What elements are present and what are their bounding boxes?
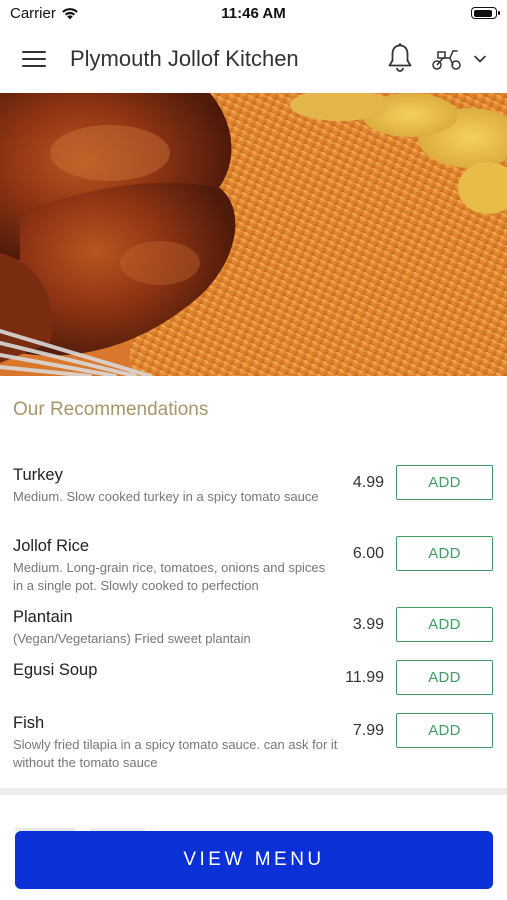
item-price: 7.99 (352, 722, 384, 739)
chevron-down-icon[interactable] (472, 52, 488, 66)
add-button[interactable]: ADD (396, 607, 493, 642)
status-bar: Carrier 11:46 AM (0, 0, 507, 28)
item-name: Turkey (13, 466, 63, 484)
battery-icon (471, 7, 500, 19)
item-name: Egusi Soup (13, 661, 98, 679)
menu-icon[interactable] (22, 49, 48, 69)
clock: 11:46 AM (221, 5, 286, 22)
item-name: Fish (13, 714, 45, 732)
scooter-icon[interactable] (431, 46, 463, 72)
add-button[interactable]: ADD (396, 465, 493, 500)
item-description: (Vegan/Vegetarians) Fried sweet plantain (13, 631, 251, 646)
section-title: Our Recommendations (13, 399, 209, 420)
view-menu-button[interactable]: VIEW MENU (15, 831, 493, 889)
page-title: Plymouth Jollof Kitchen (70, 46, 299, 71)
item-description: Medium. Slow cooked turkey in a spicy to… (13, 489, 319, 504)
item-price: 6.00 (352, 545, 384, 562)
add-button[interactable]: ADD (396, 536, 493, 571)
app-header: Plymouth Jollof Kitchen (0, 28, 507, 93)
section-divider (0, 788, 507, 795)
add-button[interactable]: ADD (396, 713, 493, 748)
item-price: 3.99 (352, 616, 384, 633)
item-name: Plantain (13, 608, 73, 626)
battery-level (473, 9, 492, 17)
hero-food-image (0, 93, 507, 376)
bell-icon[interactable] (386, 42, 414, 74)
food-photo (0, 93, 507, 376)
item-description: Slowly fried tilapia in a spicy tomato s… (13, 737, 338, 770)
item-price: 11.99 (345, 669, 384, 686)
item-price: 4.99 (352, 474, 384, 491)
item-description: Medium. Long-grain rice, tomatoes, onion… (13, 560, 326, 593)
next-section-peek (15, 820, 165, 831)
item-name: Jollof Rice (13, 537, 90, 555)
add-button[interactable]: ADD (396, 660, 493, 695)
